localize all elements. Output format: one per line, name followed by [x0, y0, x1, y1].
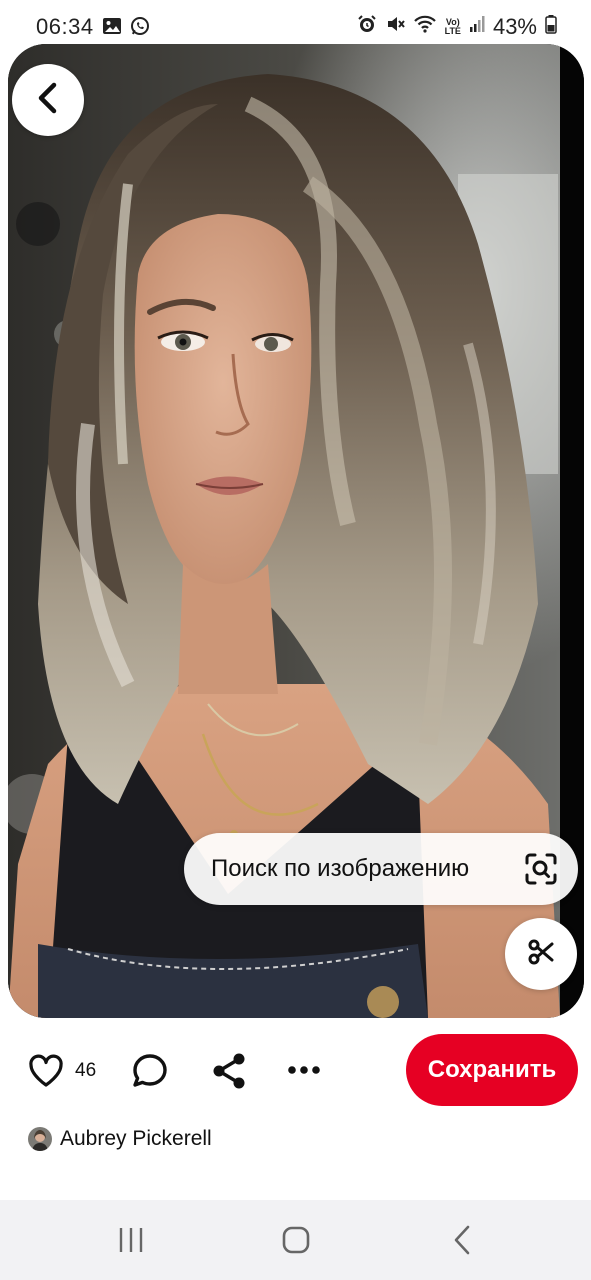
visual-search-button[interactable]: Поиск по изображению: [184, 833, 578, 905]
heart-icon[interactable]: [28, 1054, 64, 1088]
visual-search-label: Поиск по изображению: [211, 855, 470, 882]
share-icon[interactable]: [210, 1051, 248, 1091]
home-icon[interactable]: [282, 1226, 310, 1254]
system-navigation-bar: [0, 1200, 591, 1280]
crop-button[interactable]: [505, 918, 577, 990]
alarm-icon: [357, 14, 377, 40]
recent-apps-icon[interactable]: [118, 1226, 146, 1254]
scissors-icon: [527, 938, 555, 971]
more-options-icon[interactable]: [284, 1060, 324, 1080]
whatsapp-icon: [130, 16, 150, 41]
like-count: 46: [75, 1060, 97, 1081]
lens-search-icon: [524, 852, 558, 886]
mute-icon: [385, 14, 405, 40]
author-row[interactable]: Aubrey Pickerell: [28, 1124, 212, 1154]
chevron-left-icon: [35, 82, 61, 119]
volte-icon: Vo) LTE: [445, 18, 461, 36]
avatar[interactable]: [28, 1127, 52, 1151]
pin-action-bar: 46 Сохранить: [0, 1030, 591, 1110]
gallery-icon: [102, 16, 122, 41]
save-button[interactable]: Сохранить: [406, 1034, 578, 1106]
battery-icon: [545, 14, 557, 40]
back-button[interactable]: [12, 64, 84, 136]
back-nav-icon[interactable]: [452, 1224, 472, 1256]
wifi-icon: [413, 14, 437, 40]
signal-icon: [469, 14, 485, 40]
status-time: 06:34: [36, 14, 94, 39]
author-name[interactable]: Aubrey Pickerell: [60, 1127, 212, 1151]
volte-label-bottom: LTE: [444, 26, 461, 36]
battery-percent: 43%: [492, 14, 537, 39]
comment-icon[interactable]: [131, 1052, 169, 1090]
